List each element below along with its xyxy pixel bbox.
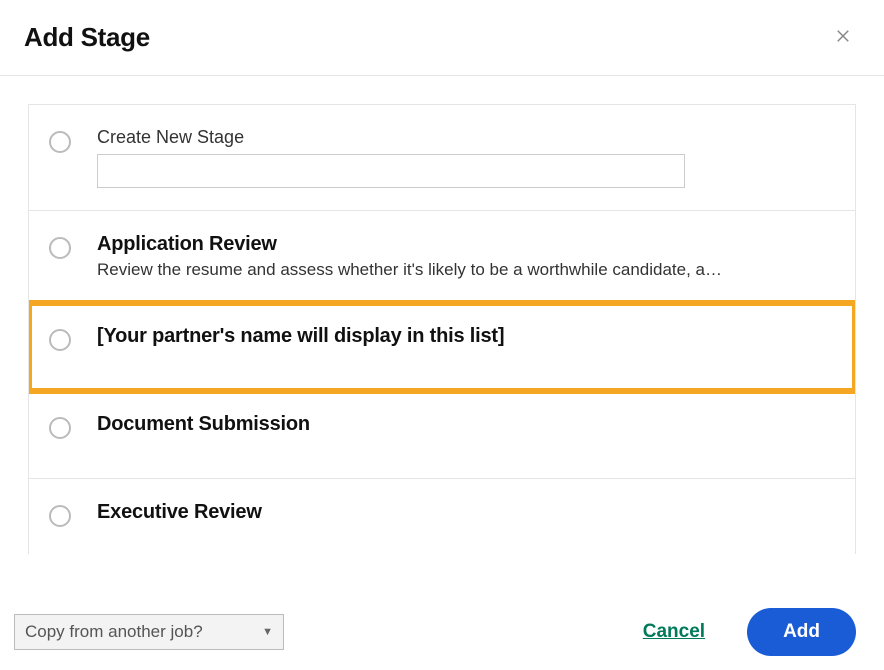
option-title: [Your partner's name will display in thi… xyxy=(97,325,835,348)
modal-footer: Copy from another job? ▼ Cancel Add xyxy=(0,608,884,656)
option-content: Executive Review xyxy=(97,501,835,528)
new-stage-input[interactable] xyxy=(97,154,685,188)
copy-from-job-select[interactable]: Copy from another job? ▼ xyxy=(14,614,284,650)
create-new-content: Create New Stage xyxy=(97,127,835,188)
close-button[interactable] xyxy=(830,23,856,52)
add-button[interactable]: Add xyxy=(747,608,856,656)
option-title: Application Review xyxy=(97,233,835,256)
cancel-button[interactable]: Cancel xyxy=(643,621,705,643)
radio-option[interactable] xyxy=(49,237,71,259)
create-new-label: Create New Stage xyxy=(97,127,835,148)
radio-option[interactable] xyxy=(49,417,71,439)
stage-list: Create New Stage Application Review Revi… xyxy=(28,104,856,554)
option-title: Executive Review xyxy=(97,501,835,524)
modal-title: Add Stage xyxy=(24,22,150,53)
create-new-stage-row[interactable]: Create New Stage xyxy=(29,105,855,211)
option-content: [Your partner's name will display in thi… xyxy=(97,325,835,352)
radio-create-new[interactable] xyxy=(49,131,71,153)
stage-option-partner-name[interactable]: [Your partner's name will display in thi… xyxy=(29,303,855,391)
modal-header: Add Stage xyxy=(0,0,884,76)
radio-option[interactable] xyxy=(49,505,71,527)
option-title: Document Submission xyxy=(97,413,835,436)
stage-option-executive-review[interactable]: Executive Review xyxy=(29,479,855,554)
option-content: Document Submission xyxy=(97,413,835,440)
option-desc: Review the resume and assess whether it'… xyxy=(97,260,835,280)
close-icon xyxy=(834,27,852,45)
option-content: Application Review Review the resume and… xyxy=(97,233,835,280)
stage-option-application-review[interactable]: Application Review Review the resume and… xyxy=(29,211,855,303)
copy-select-label: Copy from another job? xyxy=(25,622,203,642)
stage-option-document-submission[interactable]: Document Submission xyxy=(29,391,855,479)
radio-option[interactable] xyxy=(49,329,71,351)
chevron-down-icon: ▼ xyxy=(262,626,273,638)
